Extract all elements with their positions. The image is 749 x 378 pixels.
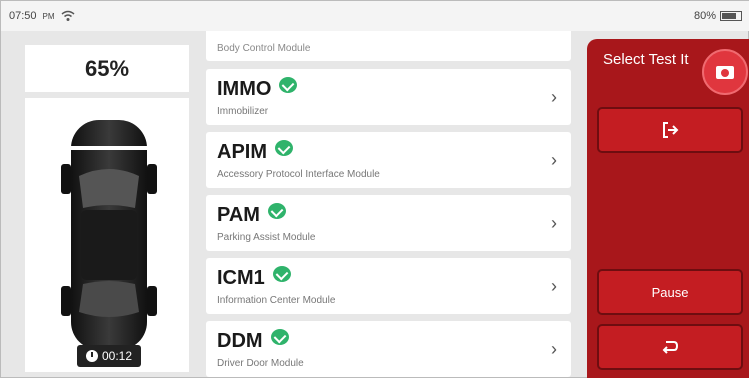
chevron-right-icon: › [551,276,557,296]
module-description: Parking Assist Module [217,232,316,243]
status-right: 80% [694,10,742,22]
list-item[interactable]: PAM Parking Assist Module › [206,195,571,251]
camera-icon [716,65,734,79]
list-item[interactable]: APIM Accessory Protocol Interface Module… [206,132,571,188]
pause-label: Pause [651,284,689,300]
chevron-right-icon: › [551,213,557,233]
chevron-right-icon: › [551,87,557,107]
module-name: ICM1 [217,266,291,290]
car-image [61,120,157,350]
module-list[interactable]: Body Control Module IMMO Immobilizer › A… [206,31,571,378]
list-item[interactable]: DDM Driver Door Module › [206,321,571,377]
module-name: IMMO [217,77,298,101]
chevron-right-icon: › [551,150,557,170]
progress-percent-box: 65% [25,45,189,92]
check-icon [270,329,289,345]
status-bar: 07:50 PM 80% [1,1,749,31]
chevron-right-icon: › [551,339,557,359]
list-item[interactable]: ICM1 Information Center Module › [206,258,571,314]
module-name: DDM [217,329,289,353]
status-time: 07:50 [9,10,37,22]
list-item[interactable]: IMMO Immobilizer › [206,69,571,125]
module-description: Information Center Module [217,295,336,306]
back-button[interactable] [597,324,743,370]
module-name: PAM [217,203,286,227]
status-ampm: PM [42,11,55,21]
vehicle-scan-panel: 00:12 [25,98,189,372]
panel-title: Select Test It [603,51,689,68]
check-icon [279,77,298,93]
check-icon [272,266,291,282]
check-icon [267,203,286,219]
check-icon [275,140,293,156]
back-icon [662,341,679,354]
exit-icon [663,122,679,138]
module-description: Immobilizer [217,106,269,117]
elapsed-timer: 00:12 [77,345,141,367]
progress-percent: 65% [84,55,130,81]
module-name: APIM [217,140,293,164]
wifi-icon [61,10,75,21]
module-description: Body Control Module [217,43,311,54]
list-item-partial[interactable]: Body Control Module [206,31,571,61]
diagnostic-screen: 07:50 PM 80% 65% 00:12 Body Control Modu… [0,0,749,378]
elapsed-time: 00:12 [101,349,133,363]
battery-icon [720,11,742,21]
stopwatch-icon [85,350,98,362]
module-description: Driver Door Module [217,358,304,369]
pause-button[interactable]: Pause [597,269,743,315]
screenshot-button[interactable] [702,49,748,95]
battery-percent: 80% [693,10,716,22]
module-description: Accessory Protocol Interface Module [217,169,380,180]
exit-button[interactable] [597,107,743,153]
